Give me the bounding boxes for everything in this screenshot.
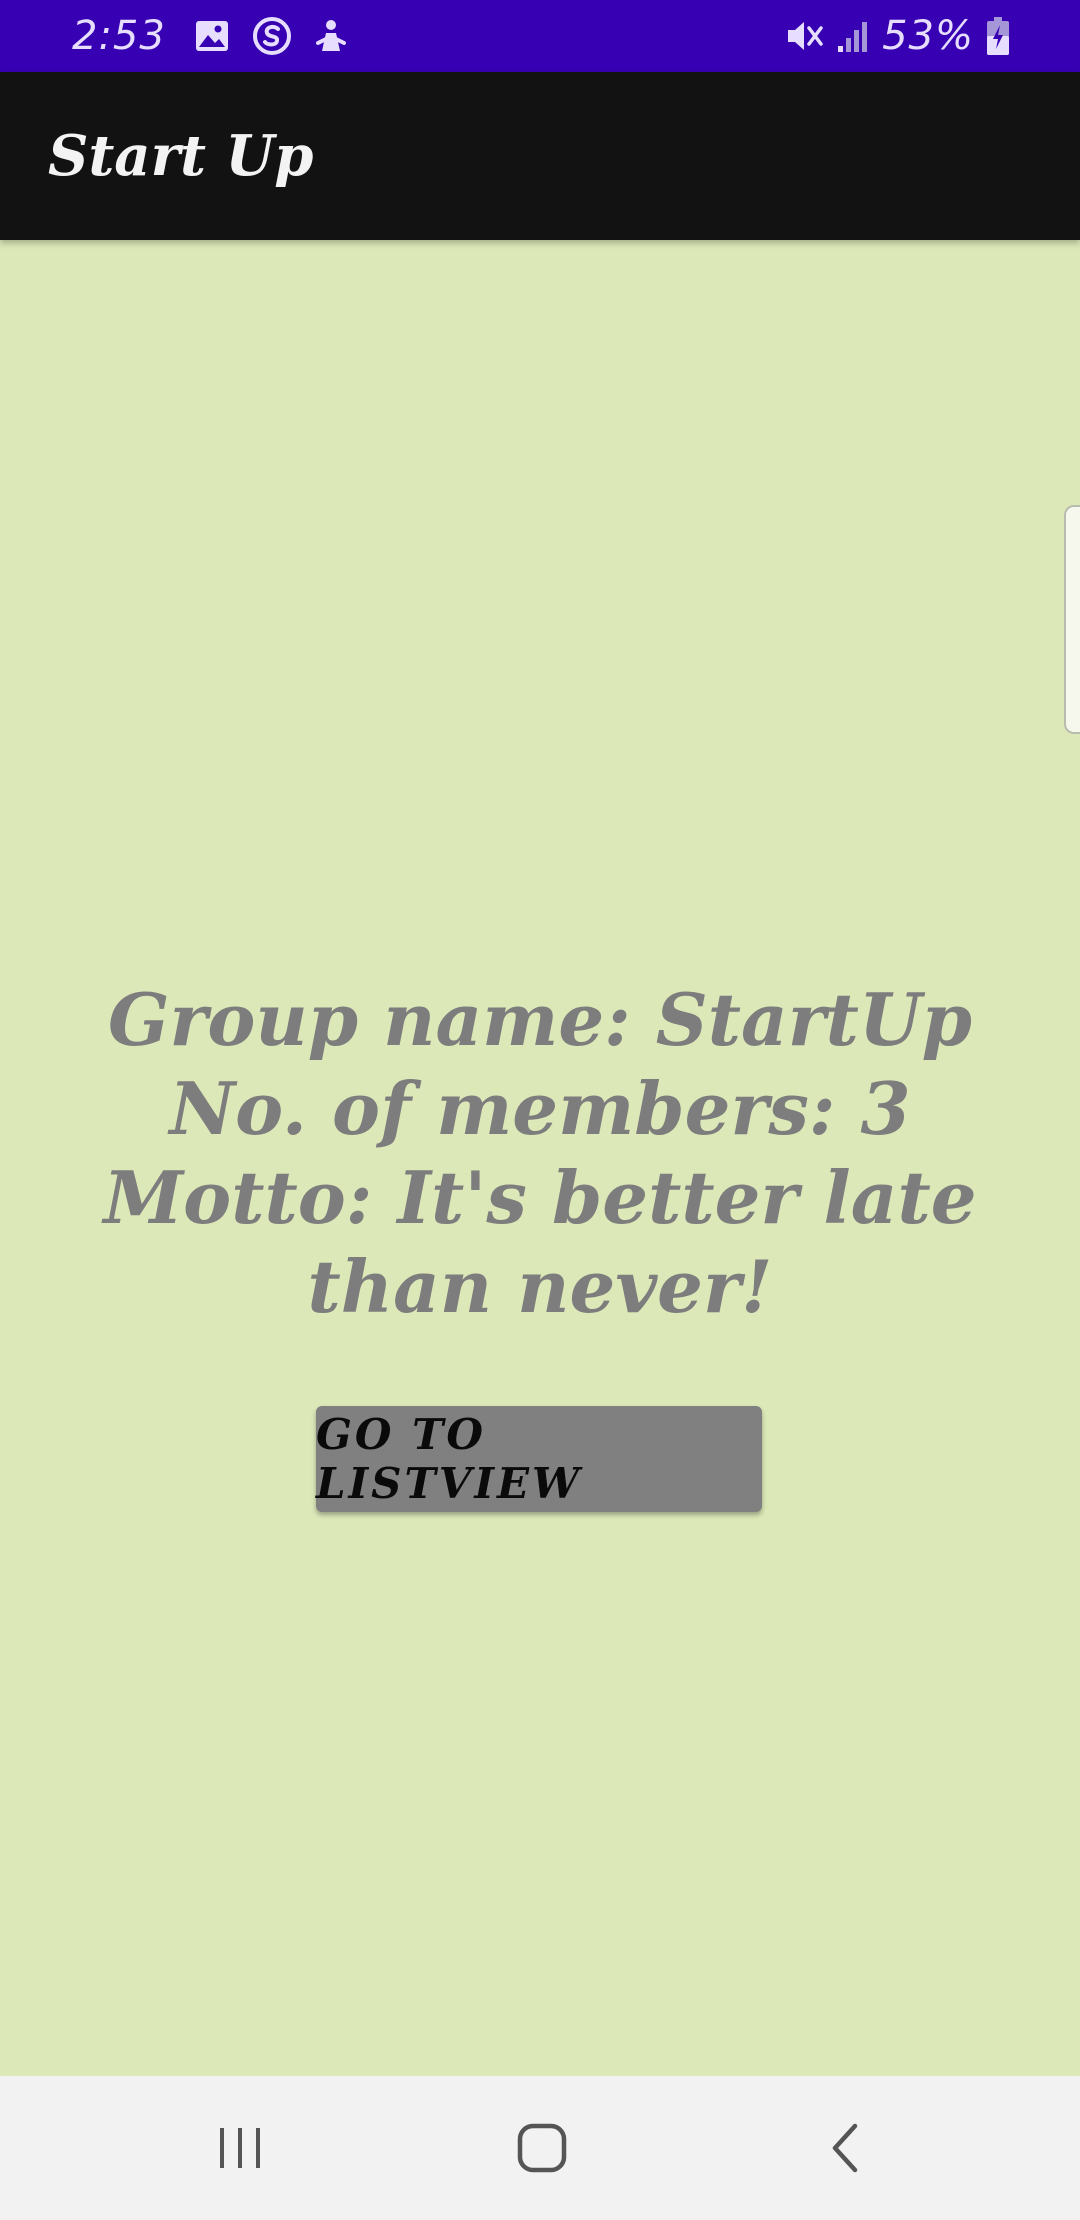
home-icon — [517, 2123, 567, 2173]
s-icon — [252, 16, 292, 56]
status-right: 53% — [784, 0, 1010, 72]
back-button[interactable] — [745, 2076, 945, 2220]
notification-icon — [314, 17, 348, 55]
app-bar: Start Up — [0, 72, 1080, 240]
back-icon — [832, 2123, 858, 2173]
gallery-icon — [194, 18, 230, 54]
motto-text: Motto: It's better late than never! — [103, 1155, 977, 1329]
mute-icon — [784, 16, 824, 56]
group-info: Group name: StartUp No. of members: 3 Mo… — [60, 975, 1020, 1331]
recent-apps-icon — [220, 2128, 260, 2168]
edge-panel-handle[interactable] — [1064, 505, 1080, 734]
status-left: 2:53 — [72, 0, 348, 72]
battery-percent: 53% — [882, 13, 974, 59]
app-title: Start Up — [48, 123, 314, 189]
status-time: 2:53 — [72, 13, 166, 59]
signal-icon — [836, 18, 870, 54]
go-to-listview-button[interactable]: GO TO LISTVIEW — [316, 1406, 762, 1512]
recent-apps-button[interactable] — [140, 2076, 340, 2220]
navigation-bar — [0, 2076, 1080, 2220]
group-name-text: Group name: StartUp — [107, 977, 973, 1062]
status-bar: 2:53 53% — [0, 0, 1080, 72]
members-count-text: No. of members: 3 — [169, 1066, 911, 1151]
home-button[interactable] — [442, 2076, 642, 2220]
battery-icon — [986, 16, 1010, 56]
